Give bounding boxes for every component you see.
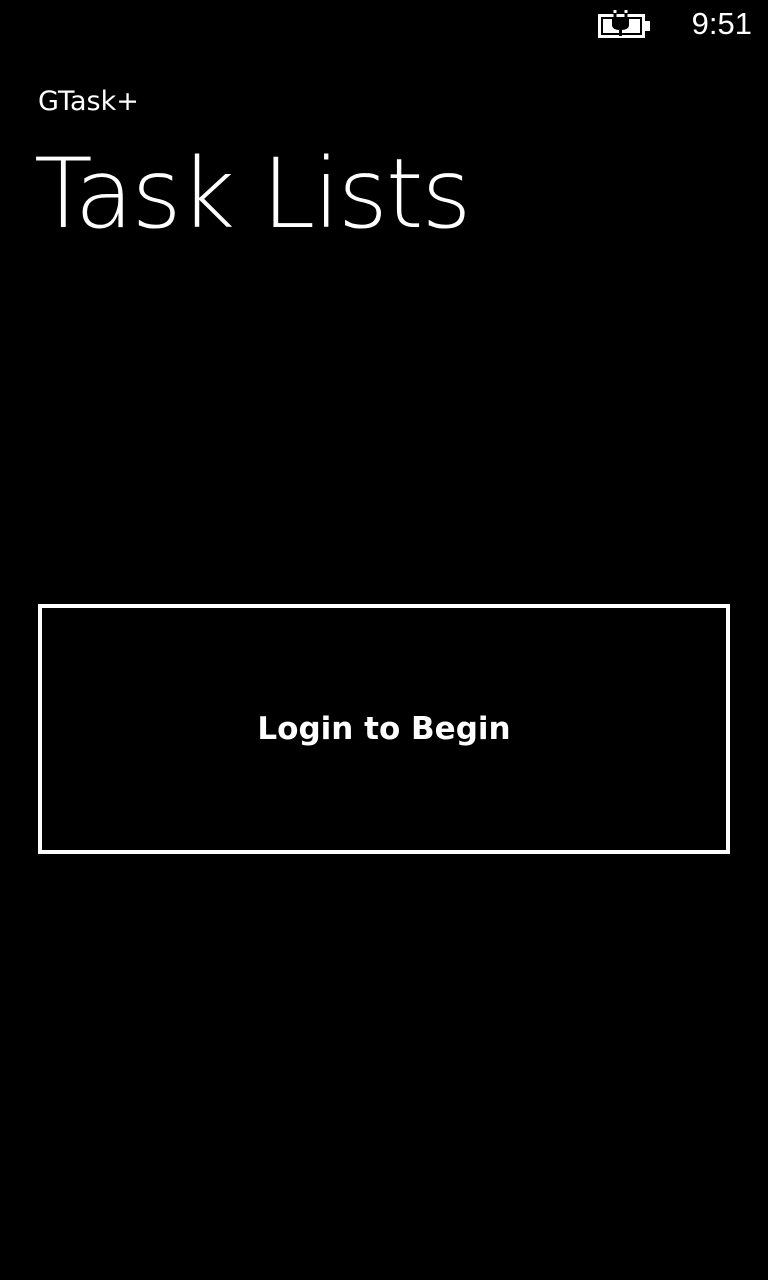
app-title: GTask+ (38, 86, 139, 117)
battery-charging-icon (598, 10, 654, 40)
status-bar: 9:51 (0, 0, 768, 50)
page-title: Task Lists (34, 138, 472, 250)
login-button-label: Login to Begin (257, 711, 511, 747)
login-button[interactable]: Login to Begin (38, 604, 730, 854)
status-clock: 9:51 (691, 6, 752, 41)
